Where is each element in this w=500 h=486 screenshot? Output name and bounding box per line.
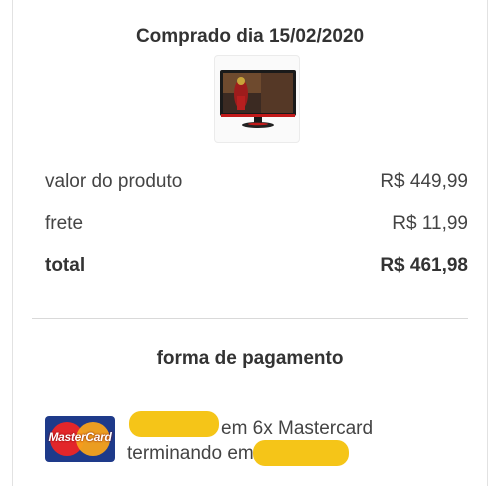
installments-text: em 6x Mastercard (221, 418, 374, 439)
product-value-row: valor do produto R$ 449,99 (45, 169, 468, 195)
purchase-date-title: Comprado dia 15/02/2020 (135, 26, 365, 47)
mastercard-icon: MasterCard (45, 416, 115, 462)
order-detail-card: Comprado dia 15/02/2020 valor do produto… (12, 0, 488, 486)
total-label: total (45, 255, 86, 276)
shipping-amount: R$ 11,99 (392, 213, 468, 234)
shipping-row: frete R$ 11,99 (45, 211, 468, 237)
redaction-mark (253, 440, 349, 466)
product-value-amount: R$ 449,99 (380, 171, 468, 192)
product-value-label: valor do produto (45, 171, 183, 192)
card-brand-text: MasterCard (48, 430, 112, 444)
payment-method-title: forma de pagamento (156, 348, 344, 369)
shipping-label: frete (45, 213, 84, 234)
product-image[interactable] (214, 55, 300, 143)
section-divider (32, 318, 468, 319)
total-row: total R$ 461,98 (45, 253, 468, 279)
redaction-mark (129, 411, 219, 437)
card-ending-text: terminando em (127, 443, 254, 464)
monitor-icon (220, 70, 296, 128)
total-amount: R$ 461,98 (380, 255, 468, 276)
